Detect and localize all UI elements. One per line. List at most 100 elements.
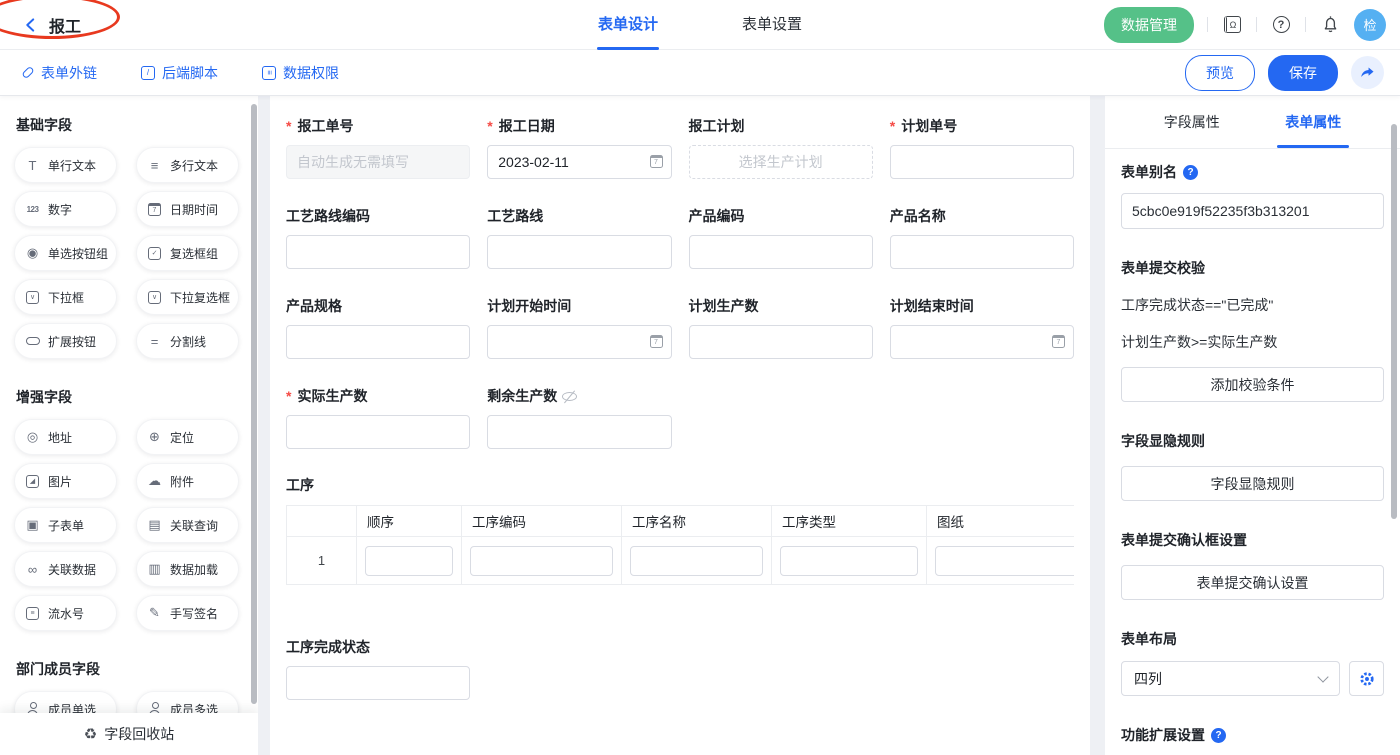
- sidebar-item-signature[interactable]: ✎手写签名: [136, 595, 239, 631]
- panel-scrollbar[interactable]: [1391, 124, 1397, 519]
- share-button[interactable]: [1351, 56, 1384, 89]
- sidebar-item-serial-number[interactable]: ≡流水号: [14, 595, 117, 631]
- sidebar-item-single-text[interactable]: T单行文本: [14, 147, 117, 183]
- field-product-spec[interactable]: 产品规格: [286, 296, 470, 359]
- tab-form-properties[interactable]: 表单属性: [1285, 96, 1341, 148]
- submit-confirm-button[interactable]: 表单提交确认设置: [1121, 565, 1384, 600]
- sidebar-item-data-load[interactable]: ▥数据加载: [136, 551, 239, 587]
- process-name-cell-input[interactable]: [630, 546, 763, 576]
- image-icon: ◢: [24, 475, 41, 488]
- field-report-plan[interactable]: 报工计划: [689, 116, 873, 179]
- app-window: 报工 表单设计 表单设置 数据管理 Ω ? 检 表单外链 /: [0, 0, 1400, 755]
- field-product-name[interactable]: 产品名称: [890, 206, 1074, 269]
- sidebar-item-attachment[interactable]: ☁附件: [136, 463, 239, 499]
- plan-end-input[interactable]: [890, 325, 1074, 359]
- layout-settings-button[interactable]: [1349, 661, 1384, 696]
- sidebar-item-number[interactable]: 123数字: [14, 191, 117, 227]
- sidebar-item-image[interactable]: ◢图片: [14, 463, 117, 499]
- field-plan-qty[interactable]: 计划生产数: [689, 296, 873, 359]
- preview-button[interactable]: 预览: [1185, 55, 1255, 91]
- tab-form-settings[interactable]: 表单设置: [742, 0, 802, 50]
- report-date-input[interactable]: [487, 145, 671, 179]
- field-remaining-qty[interactable]: 剩余生产数: [487, 386, 671, 449]
- help-badge-icon[interactable]: [1183, 165, 1198, 180]
- field-plan-no[interactable]: 计划单号: [890, 116, 1074, 179]
- form-external-link[interactable]: 表单外链: [22, 63, 97, 83]
- user-avatar[interactable]: 检: [1354, 9, 1386, 41]
- form-alias-title: 表单别名: [1121, 162, 1177, 182]
- tab-field-properties[interactable]: 字段属性: [1164, 96, 1220, 148]
- field-report-no[interactable]: 报工单号: [286, 116, 470, 179]
- notification-bell-icon[interactable]: [1319, 14, 1341, 36]
- sidebar-item-relation-query[interactable]: ▤关联查询: [136, 507, 239, 543]
- sidebar-item-relation-data[interactable]: ∞关联数据: [14, 551, 117, 587]
- sidebar-item-checkbox-group[interactable]: ✓复选框组: [136, 235, 239, 271]
- process-status-input[interactable]: [286, 666, 470, 700]
- field-route[interactable]: 工艺路线: [487, 206, 671, 269]
- field-recycle-bin[interactable]: ♻ 字段回收站: [0, 713, 258, 755]
- sidebar-item-datetime[interactable]: 日期时间: [136, 191, 239, 227]
- field-plan-end-time[interactable]: 计划结束时间: [890, 296, 1074, 359]
- sidebar-item-location[interactable]: ⊕定位: [136, 419, 239, 455]
- product-spec-input[interactable]: [286, 325, 470, 359]
- remaining-qty-input[interactable]: [487, 415, 671, 449]
- sidebar-item-address[interactable]: ◎地址: [14, 419, 117, 455]
- sidebar-item-multi-text[interactable]: ≡多行文本: [136, 147, 239, 183]
- sidebar-item-extend-button[interactable]: 扩展按钮: [14, 323, 117, 359]
- field-route-code[interactable]: 工艺路线编码: [286, 206, 470, 269]
- actual-qty-input[interactable]: [286, 415, 470, 449]
- add-validation-button[interactable]: 添加校验条件: [1121, 367, 1384, 402]
- report-plan-input[interactable]: [689, 145, 873, 179]
- layout-select[interactable]: 四列: [1121, 661, 1340, 696]
- backend-script-link[interactable]: / 后端脚本: [141, 63, 218, 83]
- field-plan-start-time[interactable]: 计划开始时间: [487, 296, 671, 359]
- process-code-cell-input[interactable]: [470, 546, 613, 576]
- divider: [1207, 17, 1208, 32]
- route-code-input[interactable]: [286, 235, 470, 269]
- content-area: 基础字段 T单行文本 ≡多行文本 123数字 日期时间 ◉单选按钮组 ✓复选框组…: [0, 96, 1400, 755]
- sidebar-scrollbar[interactable]: [251, 104, 257, 704]
- form-alias-input[interactable]: [1121, 193, 1384, 229]
- save-button[interactable]: 保存: [1268, 55, 1338, 91]
- field-report-date[interactable]: 报工日期: [487, 116, 671, 179]
- section-title-members: 部门成员字段: [16, 659, 244, 679]
- sidebar-item-divider[interactable]: =分割线: [136, 323, 239, 359]
- subform-process[interactable]: 工序 顺序 工序编码 工序名称 工序类型 图纸 1: [286, 475, 1074, 585]
- col-drawing: 图纸: [927, 506, 1075, 537]
- divider: [1256, 17, 1257, 32]
- plan-start-input[interactable]: [487, 325, 671, 359]
- data-manage-button[interactable]: 数据管理: [1104, 7, 1194, 43]
- sidebar-item-select[interactable]: ∨下拉框: [14, 279, 117, 315]
- order-cell-input[interactable]: [365, 546, 453, 576]
- submit-confirm-title: 表单提交确认框设置: [1121, 530, 1384, 550]
- data-permission-link[interactable]: ≡ 数据权限: [262, 63, 339, 83]
- product-code-input[interactable]: [689, 235, 873, 269]
- product-name-input[interactable]: [890, 235, 1074, 269]
- help-icon[interactable]: ?: [1270, 14, 1292, 36]
- help-badge-icon[interactable]: [1211, 728, 1226, 743]
- plan-no-input[interactable]: [890, 145, 1074, 179]
- visibility-title: 字段显隐规则: [1121, 431, 1384, 451]
- toolbar: 表单外链 / 后端脚本 ≡ 数据权限 预览 保存: [0, 50, 1400, 96]
- contacts-icon[interactable]: Ω: [1221, 14, 1243, 36]
- calendar-icon[interactable]: [650, 335, 663, 348]
- paperclip-icon: [21, 66, 34, 79]
- visibility-rules-button[interactable]: 字段显隐规则: [1121, 466, 1384, 501]
- calendar-icon[interactable]: [650, 155, 663, 168]
- drawing-cell-input[interactable]: [935, 546, 1074, 576]
- calendar-icon[interactable]: [1052, 335, 1065, 348]
- route-input[interactable]: [487, 235, 671, 269]
- subform-icon: ▣: [24, 517, 41, 533]
- process-type-cell-input[interactable]: [780, 546, 918, 576]
- sidebar-item-subform[interactable]: ▣子表单: [14, 507, 117, 543]
- field-actual-qty[interactable]: 实际生产数: [286, 386, 470, 449]
- field-product-code[interactable]: 产品编码: [689, 206, 873, 269]
- sidebar-item-radio-group[interactable]: ◉单选按钮组: [14, 235, 117, 271]
- multi-select-icon: ∨: [146, 291, 163, 304]
- field-process-status[interactable]: 工序完成状态: [286, 637, 470, 700]
- checkbox-icon: ✓: [146, 247, 163, 260]
- sidebar-item-multi-select[interactable]: ∨下拉复选框: [136, 279, 239, 315]
- tab-form-design[interactable]: 表单设计: [598, 0, 658, 50]
- plan-qty-input[interactable]: [689, 325, 873, 359]
- validation-title: 表单提交校验: [1121, 258, 1384, 278]
